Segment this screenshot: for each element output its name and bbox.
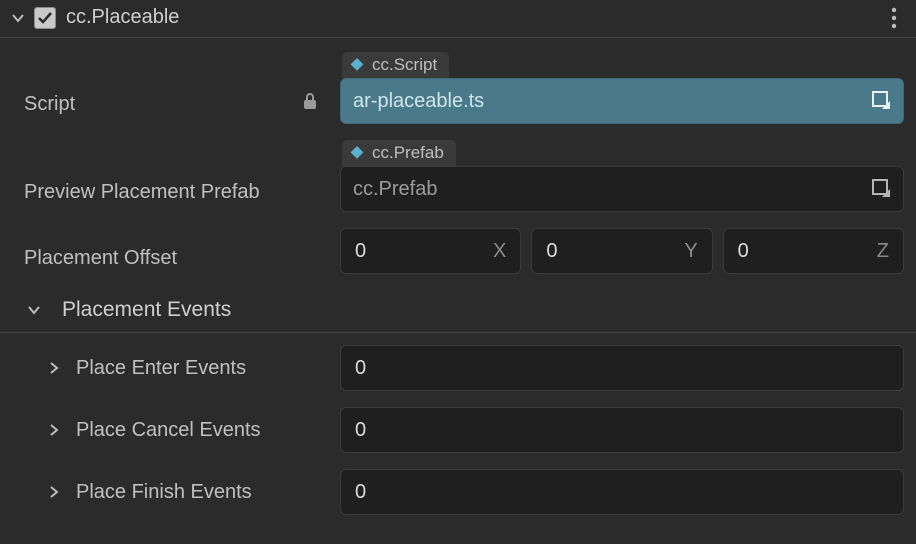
events-section-header[interactable]: Placement Events xyxy=(0,284,916,333)
enable-checkbox[interactable] xyxy=(34,7,56,29)
z-axis-label: Z xyxy=(877,240,889,263)
kebab-menu-icon[interactable] xyxy=(882,7,906,29)
event-label-group[interactable]: Place Cancel Events xyxy=(46,419,340,442)
event-row: Place Cancel Events 0 xyxy=(0,401,916,463)
script-asset-value: ar-placeable.ts xyxy=(353,90,867,113)
script-type-chip: cc.Script xyxy=(342,52,449,78)
event-count-value: 0 xyxy=(355,481,889,504)
event-count-value: 0 xyxy=(355,419,889,442)
offset-z-value: 0 xyxy=(738,240,877,263)
offset-x-input[interactable]: 0 X xyxy=(340,228,521,274)
component-title: cc.Placeable xyxy=(66,6,882,29)
offset-z-input[interactable]: 0 Z xyxy=(723,228,904,274)
component-header: cc.Placeable xyxy=(0,0,916,38)
diamond-icon xyxy=(350,58,364,72)
offset-field: 0 X 0 Y 0 Z xyxy=(340,228,904,274)
prefab-row: Preview Placement Prefab cc.Prefab cc.Pr… xyxy=(0,134,916,222)
offset-x-value: 0 xyxy=(355,240,493,263)
chevron-right-icon xyxy=(46,484,62,500)
x-axis-label: X xyxy=(493,240,506,263)
event-count-input[interactable]: 0 xyxy=(340,407,904,453)
chevron-right-icon xyxy=(46,422,62,438)
event-count-value: 0 xyxy=(355,357,889,380)
event-label: Place Finish Events xyxy=(76,481,252,504)
prefab-label-col: Preview Placement Prefab xyxy=(24,181,340,212)
script-row: Script cc.Script ar-placeable.ts xyxy=(0,46,916,134)
event-count-input[interactable]: 0 xyxy=(340,469,904,515)
event-label: Place Enter Events xyxy=(76,357,246,380)
offset-y-input[interactable]: 0 Y xyxy=(531,228,712,274)
event-label-group[interactable]: Place Finish Events xyxy=(46,481,340,504)
prefab-type-chip: cc.Prefab xyxy=(342,140,456,166)
collapse-icon[interactable] xyxy=(10,10,26,26)
event-label-group[interactable]: Place Enter Events xyxy=(46,357,340,380)
script-field: cc.Script ar-placeable.ts xyxy=(340,52,904,124)
script-asset-field[interactable]: ar-placeable.ts xyxy=(340,78,904,124)
script-chip-label: cc.Script xyxy=(372,55,437,75)
prefab-asset-field[interactable]: cc.Prefab xyxy=(340,166,904,212)
prefab-field: cc.Prefab cc.Prefab xyxy=(340,140,904,212)
script-label: Script xyxy=(24,93,75,116)
asset-picker-icon[interactable] xyxy=(867,174,897,204)
event-count-input[interactable]: 0 xyxy=(340,345,904,391)
event-row: Place Finish Events 0 xyxy=(0,463,916,525)
offset-label: Placement Offset xyxy=(24,247,177,270)
diamond-icon xyxy=(350,146,364,160)
chevron-down-icon xyxy=(26,302,42,318)
offset-label-col: Placement Offset xyxy=(24,247,340,274)
prefab-label: Preview Placement Prefab xyxy=(24,181,260,204)
offset-row: Placement Offset 0 X 0 Y 0 Z xyxy=(0,222,916,284)
offset-y-value: 0 xyxy=(546,240,684,263)
event-row: Place Enter Events 0 xyxy=(0,339,916,401)
prefab-chip-label: cc.Prefab xyxy=(372,143,444,163)
event-label: Place Cancel Events xyxy=(76,419,261,442)
y-axis-label: Y xyxy=(684,240,697,263)
lock-icon xyxy=(302,92,318,116)
events-section-title: Placement Events xyxy=(62,298,231,322)
prefab-asset-placeholder: cc.Prefab xyxy=(353,178,867,201)
script-label-col: Script xyxy=(24,92,340,124)
chevron-right-icon xyxy=(46,360,62,376)
asset-picker-icon[interactable] xyxy=(867,86,897,116)
